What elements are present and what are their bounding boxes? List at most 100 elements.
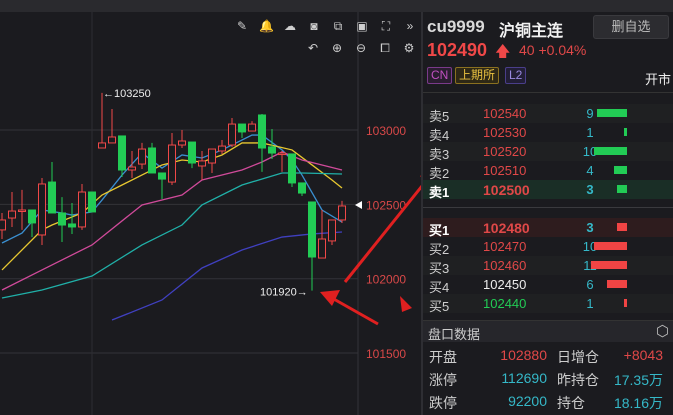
candle-body — [128, 166, 136, 171]
bid-row[interactable]: 买3 102460 11 — [423, 256, 673, 276]
candle-body — [338, 205, 346, 221]
cloud-icon[interactable]: ☁ — [283, 19, 297, 33]
pencil-icon[interactable]: ✎ — [235, 19, 249, 33]
bell-icon[interactable]: 🔔 — [259, 19, 274, 33]
tag-cn: CN — [427, 67, 453, 84]
candle-body — [168, 144, 176, 183]
candle-body — [278, 152, 286, 156]
ask-row[interactable]: 卖1 102500 3 — [423, 180, 673, 200]
arrow-up-icon: 🡅 — [495, 43, 511, 60]
volume-bar — [594, 147, 627, 155]
stat-value: +8043 — [623, 347, 663, 363]
ask-row[interactable]: 卖4 102530 1 — [423, 123, 673, 143]
candle-body — [248, 123, 256, 132]
level-price: 102520 — [483, 144, 527, 159]
stat-label: 日增仓 — [557, 349, 599, 365]
settings-icon[interactable]: ⬡ — [656, 322, 669, 340]
volume-bar — [613, 166, 627, 174]
level-price: 102500 — [483, 182, 530, 198]
candle-body — [198, 160, 206, 167]
stat-label: 持仓 — [557, 395, 585, 411]
ask-row[interactable]: 卖3 102520 10 — [423, 142, 673, 162]
ask-row[interactable]: 卖2 102510 4 — [423, 161, 673, 181]
stat-value: 18.16万 — [613, 395, 663, 411]
candle-body — [48, 181, 56, 214]
bid-row[interactable]: 买5 102440 1 — [423, 294, 673, 314]
level-volume: 4 — [586, 163, 594, 178]
level-volume: 1 — [586, 125, 594, 140]
level-volume: 3 — [586, 182, 594, 197]
stat-label: 开盘 — [429, 349, 457, 365]
candle-body — [328, 219, 336, 242]
low-price-label: 101920→ — [260, 287, 308, 299]
ma-line-ma60 — [111, 231, 343, 321]
double-chevron-right-icon[interactable]: » — [403, 19, 417, 33]
candle-body — [188, 141, 196, 164]
volume-bar — [617, 185, 627, 193]
candle-body — [68, 223, 76, 228]
candle-body — [28, 209, 36, 224]
candlestick-chart[interactable]: 103000 102500 102000 101500 ←103250 101920→ ✎… — [0, 12, 421, 415]
volume-bar — [623, 128, 627, 136]
candle-body — [238, 123, 246, 133]
stat-label: 昨持仓 — [557, 372, 599, 388]
chart-canvas[interactable]: 103000 102500 102000 101500 ←103250 101920→ — [0, 0, 421, 415]
candle-body — [288, 153, 296, 184]
candle-body — [258, 114, 266, 149]
market-data-title: 盘口数据 — [428, 327, 481, 342]
candle-body — [108, 136, 116, 144]
candle-body — [298, 182, 306, 194]
bid-row[interactable]: 买4 102450 6 — [423, 275, 673, 295]
level-price: 102450 — [483, 277, 527, 292]
candle-body — [88, 191, 96, 213]
level-volume: 3 — [586, 220, 594, 235]
candle-body — [148, 147, 156, 174]
volume-bar — [594, 242, 627, 250]
level-volume: 6 — [586, 277, 594, 292]
symbol-code: cu9999 — [427, 17, 485, 36]
candle-body — [8, 210, 16, 219]
volume-bar — [617, 223, 627, 231]
zoom-out-icon[interactable]: ⊖ — [354, 41, 368, 55]
copy-icon[interactable]: ⧉ — [331, 19, 345, 33]
zoom-in-icon[interactable]: ⊕ — [330, 41, 344, 55]
bid-row[interactable]: 买1 102480 3 — [423, 218, 673, 238]
layout-icon[interactable]: ⧠ — [378, 41, 392, 55]
candle-body — [308, 201, 316, 258]
monitor-chart-icon[interactable]: ▣ — [355, 19, 369, 33]
stat-value: 17.35万 — [613, 372, 663, 388]
settings-icon[interactable]: ⚙ — [402, 41, 416, 55]
symbol-name: 沪铜主连 — [499, 23, 564, 40]
price-tick-label: 101500 — [366, 347, 406, 361]
stat-value: 92200 — [508, 393, 547, 409]
market-status: 开市 — [645, 72, 672, 87]
candle-body — [0, 219, 6, 231]
tag-l2: L2 — [505, 67, 527, 84]
last-price: 102490 — [427, 40, 488, 60]
level-label: 买5 — [429, 299, 450, 314]
volume-bar — [597, 109, 627, 117]
fullscreen-icon[interactable]: ⛶ — [379, 19, 393, 33]
price-tick-label: 103000 — [366, 124, 406, 138]
annotation-arrow — [331, 296, 379, 326]
level-price: 102540 — [483, 106, 527, 121]
stat-value: 102880 — [500, 347, 547, 363]
ask-row[interactable]: 卖5 102540 9 — [423, 104, 673, 124]
level-price: 102470 — [483, 239, 527, 254]
level-label: 卖1 — [429, 185, 450, 200]
camera-icon[interactable]: ◙ — [307, 19, 321, 33]
undo-icon[interactable]: ↶ — [306, 41, 320, 55]
quote-panel: cu9999 沪铜主连 删自选 102490 🡅 40 +0.04% CN 上期… — [423, 12, 673, 415]
remove-watchlist-button[interactable]: 删自选 — [593, 15, 669, 39]
volume-bar — [607, 280, 627, 288]
bid-row[interactable]: 买2 102470 10 — [423, 237, 673, 257]
stat-label: 涨停 — [429, 372, 457, 388]
level-price: 102530 — [483, 125, 527, 140]
candle-body — [228, 123, 236, 146]
price-tick-label: 102000 — [366, 273, 406, 287]
candle-body — [138, 148, 146, 165]
price-change: 40 +0.04% — [519, 42, 587, 58]
market-data-row: 涨停 112690 昨持仓 17.35万 — [423, 368, 673, 390]
annotation-arrowhead — [400, 296, 412, 312]
tag-exchange: 上期所 — [455, 67, 500, 84]
